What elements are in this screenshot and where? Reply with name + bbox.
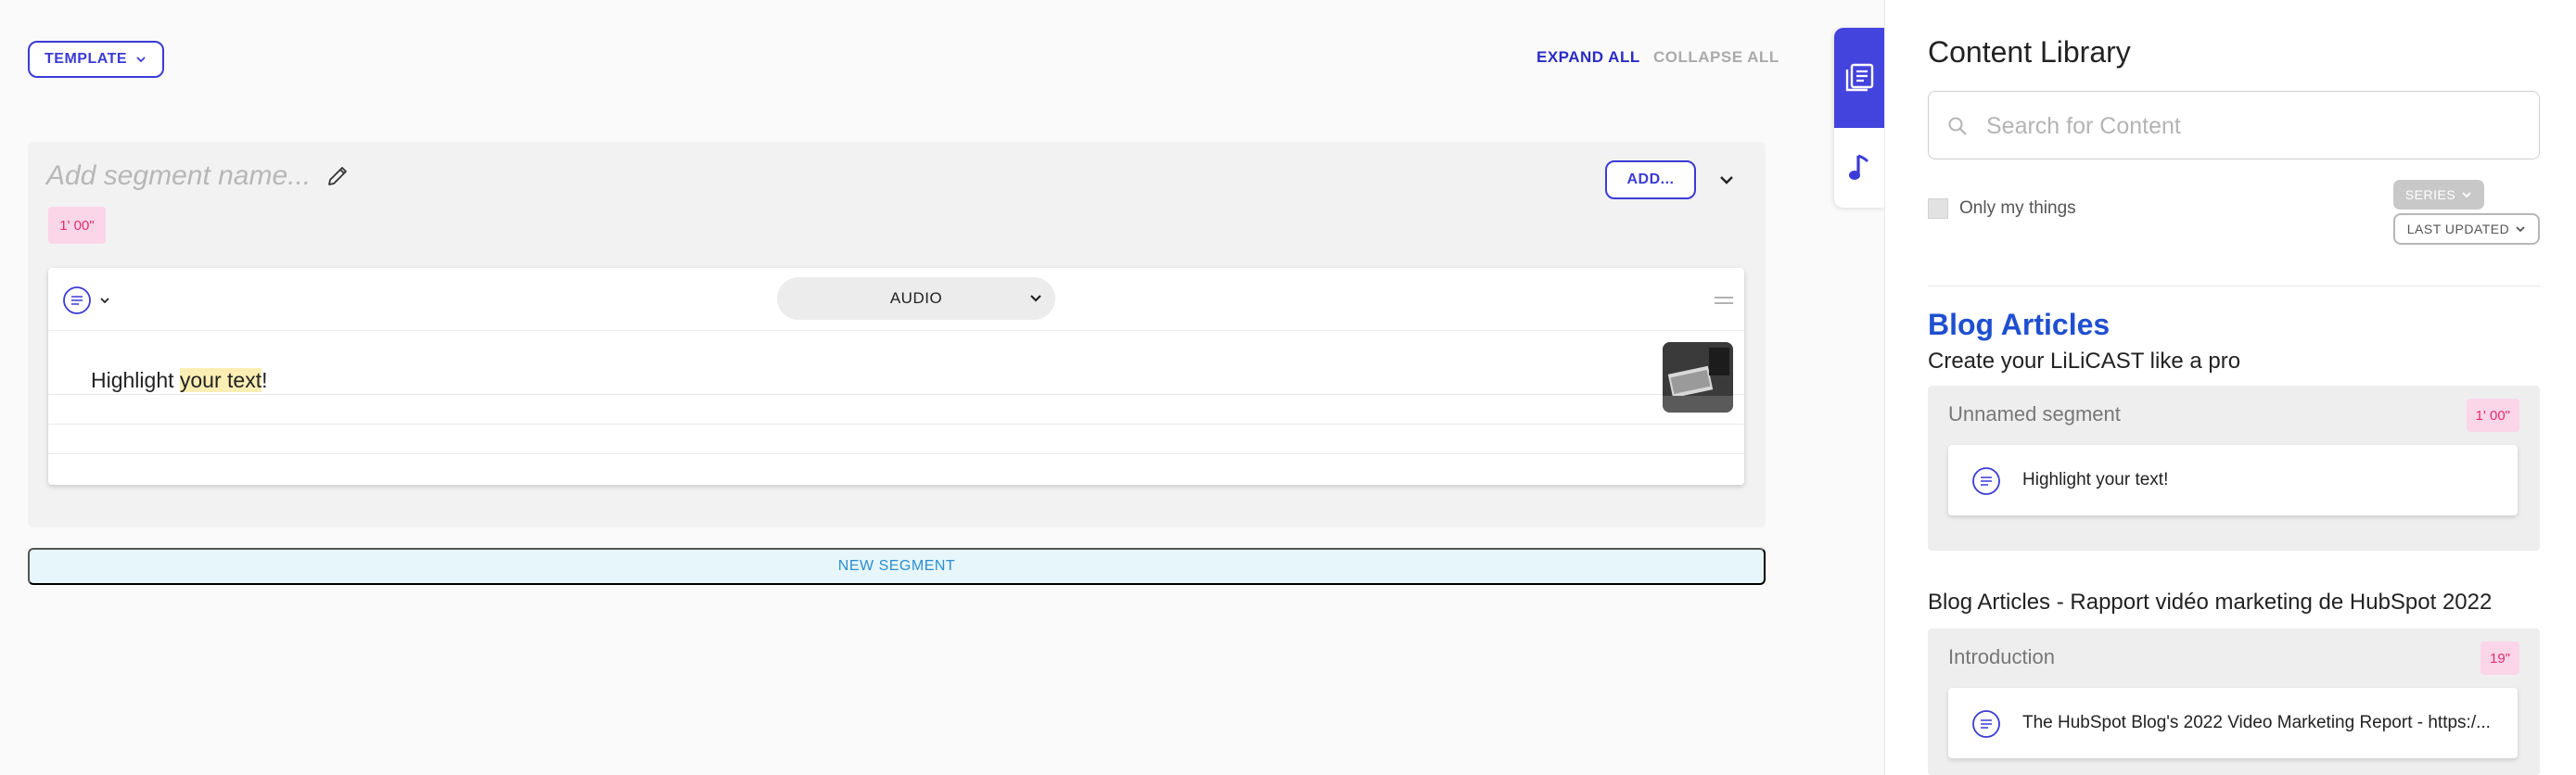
library-segment-duration: 1' 00" (2466, 399, 2519, 432)
chevron-down-icon (1030, 295, 1041, 302)
card-text-editor[interactable]: Highlight your text! (91, 368, 268, 393)
library-segment-name: Introduction (1948, 645, 2055, 668)
group-title: Create your LiLiCAST like a pro (1928, 349, 2241, 374)
segment-content-card: AUDIO Highlight your text! (48, 268, 1744, 485)
library-segment-name: Unnamed segment (1948, 402, 2121, 426)
series-filter-dropdown[interactable]: SERIES (2393, 180, 2484, 210)
library-segment-duration: 19" (2480, 642, 2519, 675)
add-button[interactable]: ADD... (1605, 160, 1696, 199)
audio-select-value: AUDIO (889, 289, 943, 307)
search-input[interactable] (1986, 110, 2524, 142)
chevron-down-icon (136, 57, 146, 63)
category-title: Blog Articles (1928, 308, 2111, 341)
template-label: TEMPLATE (45, 51, 128, 67)
library-icon (1845, 63, 1874, 92)
library-segment[interactable]: Introduction 19" The HubSpot Blog's 2022… (1928, 629, 2540, 775)
library-card-text: Highlight your text! (2022, 470, 2169, 489)
only-my-things-label: Only my things (1959, 198, 2076, 218)
chevron-down-icon (2516, 226, 2525, 233)
card-text-before: Highlight (91, 368, 180, 392)
only-my-things-checkbox[interactable] (1928, 198, 1948, 219)
library-card-text: The HubSpot Blog's 2022 Video Marketing … (2022, 713, 2491, 732)
card-divider (48, 453, 1744, 454)
library-content-card[interactable]: The HubSpot Blog's 2022 Video Marketing … (1948, 688, 2518, 758)
tab-music[interactable] (1834, 128, 1884, 208)
chat-bubble-icon (63, 286, 91, 314)
chat-bubble-icon (1972, 710, 2000, 738)
library-content-card[interactable]: Highlight your text! (1948, 445, 2518, 515)
segment-duration-badge: 1' 00" (48, 207, 106, 244)
card-divider (48, 394, 1744, 395)
panel-title: Content Library (1928, 35, 2131, 69)
chevron-down-icon (100, 298, 109, 304)
expand-all-button[interactable]: EXPAND ALL (1537, 48, 1640, 67)
segment-name-field[interactable]: Add segment name... (46, 160, 351, 192)
music-note-icon (1849, 154, 1869, 180)
card-divider (48, 424, 1744, 425)
audio-select[interactable]: AUDIO (777, 277, 1055, 320)
tab-content-library[interactable] (1834, 28, 1884, 128)
card-text-after: ! (261, 368, 268, 392)
segment-name-placeholder: Add segment name... (46, 160, 312, 191)
group-title: Blog Articles - Rapport vidéo marketing … (1928, 590, 2493, 615)
card-header: AUDIO (48, 268, 1744, 331)
sort-label: LAST UPDATED (2406, 222, 2510, 236)
content-type-dropdown[interactable] (61, 285, 111, 316)
sort-dropdown[interactable]: LAST UPDATED (2393, 213, 2540, 245)
search-box (1928, 91, 2540, 159)
segment-collapse-chevron-icon[interactable] (1715, 168, 1739, 192)
thumbnail-image (1663, 342, 1733, 413)
segment-block: Add segment name... 1' 00" ADD... AUDIO (28, 142, 1766, 527)
template-dropdown-button[interactable]: TEMPLATE (28, 41, 165, 78)
search-icon (1948, 117, 1967, 135)
pencil-icon[interactable] (324, 162, 351, 190)
library-segment[interactable]: Unnamed segment 1' 00" Highlight your te… (1928, 386, 2540, 551)
highlighted-text: your text (179, 368, 262, 392)
series-filter-label: SERIES (2404, 187, 2456, 202)
card-thumbnail-image[interactable] (1663, 342, 1733, 413)
only-my-things-toggle[interactable]: Only my things (1928, 198, 2076, 219)
chevron-down-icon (2462, 192, 2471, 198)
collapse-all-button[interactable]: COLLAPSE ALL (1653, 48, 1779, 67)
content-library-panel: Content Library Only my things SERIES LA… (1884, 0, 2576, 775)
new-segment-button[interactable]: NEW SEGMENT (28, 548, 1766, 585)
sidebar-tabs (1834, 28, 1884, 208)
drag-handle-icon[interactable] (1714, 296, 1734, 305)
editor-area: TEMPLATE EXPAND ALL COLLAPSE ALL Add seg… (0, 0, 1884, 775)
chat-bubble-icon (1972, 467, 2000, 495)
